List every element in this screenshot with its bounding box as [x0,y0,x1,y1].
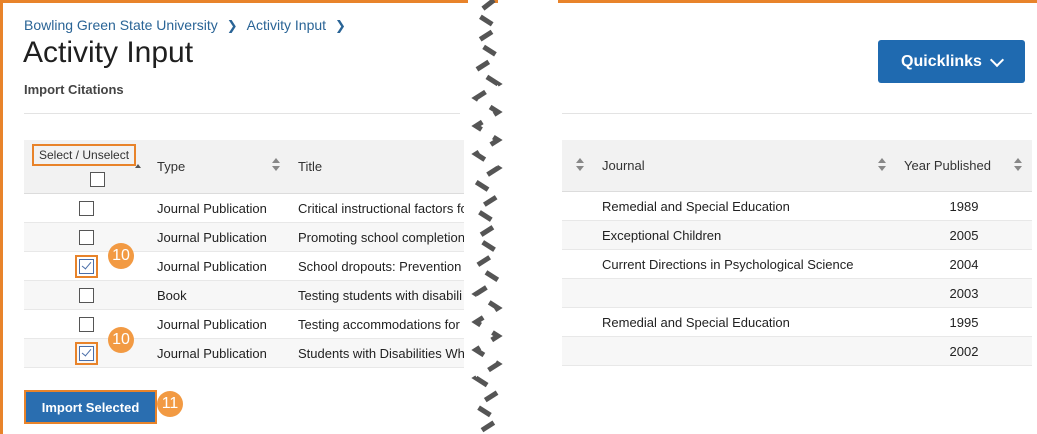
breadcrumb-link-current[interactable]: Activity Input [247,17,326,33]
callout-badge-10: 10 [108,327,134,353]
row-checkbox[interactable] [79,288,94,304]
column-header-year[interactable]: Year Published [896,140,1032,192]
cell-spacer [562,278,594,308]
table-row: Journal Publication Critical instructiona… [24,193,464,223]
checkbox-highlight [75,341,98,365]
cell-type: Journal Publication [149,193,290,223]
callout-badge-10: 10 [108,243,134,269]
cell-journal: Current Directions in Psychological Scie… [594,249,896,279]
cell-year: 1989 [896,191,1032,221]
table-row: Remedial and Special Education 1995 [562,307,1032,337]
sort-arrows-icon[interactable] [878,158,886,172]
torn-page-separator [468,0,558,434]
cell-journal [594,278,896,308]
cell-journal: Remedial and Special Education [594,191,896,221]
page-title: Activity Input [23,36,194,69]
cell-year: 1995 [896,307,1032,337]
column-header-year-label: Year Published [904,158,991,173]
cell-journal: Exceptional Children [594,220,896,250]
chevron-right-icon: ❯ [335,18,346,33]
cell-year: 2005 [896,220,1032,250]
table-row: Journal Publication Students with Disabil… [24,338,464,368]
cell-title: Testing accommodations for [290,309,464,339]
cell-spacer [562,220,594,250]
cell-year: 2004 [896,249,1032,279]
column-header-title-label: Title [298,159,323,174]
column-header-title[interactable]: Title [290,140,464,194]
cell-type: Book [149,280,290,310]
cell-year: 2003 [896,278,1032,308]
table-row: Book Testing students with disabili [24,280,464,310]
quicklinks-label: Quicklinks [901,52,982,70]
cell-select [24,193,149,223]
cell-title: Promoting school completion [290,222,464,252]
cell-spacer [562,336,594,366]
cell-title: Students with Disabilities Who [290,338,464,368]
table-row: Exceptional Children 2005 [562,220,1032,250]
cell-year: 2002 [896,336,1032,366]
row-checkbox[interactable] [79,317,94,333]
cell-journal: Remedial and Special Education [594,307,896,337]
cell-select [24,280,149,310]
column-header-title-sort[interactable] [562,140,594,192]
citations-table-right: Journal Year Published Remedial and Spec… [562,140,1032,366]
column-header-type-label: Type [157,159,186,174]
column-header-journal-label: Journal [602,158,645,173]
cell-spacer [562,191,594,221]
cell-type: Journal Publication [149,222,290,252]
table-row: Remedial and Special Education 1989 [562,191,1032,221]
highlight-frame-left [0,0,3,434]
row-checkbox[interactable] [79,345,94,361]
divider [24,113,460,114]
select-all-checkbox[interactable] [90,172,105,188]
row-checkbox[interactable] [79,258,94,274]
divider [562,113,1032,114]
cell-title: School dropouts: Prevention [290,251,464,281]
column-header-journal[interactable]: Journal [594,140,896,192]
checkbox-highlight [75,254,98,278]
page-subtitle: Import Citations [24,82,124,97]
sort-ascending-icon[interactable] [135,164,141,168]
row-checkbox[interactable] [79,201,94,217]
breadcrumb: Bowling Green State University ❯ Activity … [24,17,355,34]
sort-arrows-icon[interactable] [272,158,280,172]
breadcrumb-link-root[interactable]: Bowling Green State University [24,17,218,33]
row-checkbox[interactable] [79,230,94,246]
cell-type: Journal Publication [149,338,290,368]
import-selected-button[interactable]: Import Selected [24,390,157,424]
cell-spacer [562,249,594,279]
table-row: 2003 [562,278,1032,308]
cell-title: Testing students with disabili [290,280,464,310]
column-header-type[interactable]: Type [149,140,290,194]
cell-type: Journal Publication [149,309,290,339]
table-row: Journal Publication Promoting school comp… [24,222,464,252]
citations-table-left: Select / Unselect Type Title Journal Pub… [24,140,464,368]
sort-arrows-icon[interactable] [576,158,584,172]
quicklinks-button[interactable]: Quicklinks [878,40,1025,83]
cell-spacer [562,307,594,337]
cell-title: Critical instructional factors fo [290,193,464,223]
chevron-right-icon: ❯ [226,18,238,33]
cell-type: Journal Publication [149,251,290,281]
chevron-down-icon [989,52,1005,67]
table-row: Current Directions in Psychological Scie… [562,249,1032,279]
select-unselect-label[interactable]: Select / Unselect [32,144,137,166]
column-header-select[interactable]: Select / Unselect [24,140,149,194]
cell-journal [594,336,896,366]
callout-badge-11: 11 [157,391,183,417]
table-row: Journal Publication Testing accommodation… [24,309,464,339]
table-row: 2002 [562,336,1032,366]
table-row: Journal Publication School dropouts: Prev… [24,251,464,281]
sort-arrows-icon[interactable] [1014,158,1022,172]
